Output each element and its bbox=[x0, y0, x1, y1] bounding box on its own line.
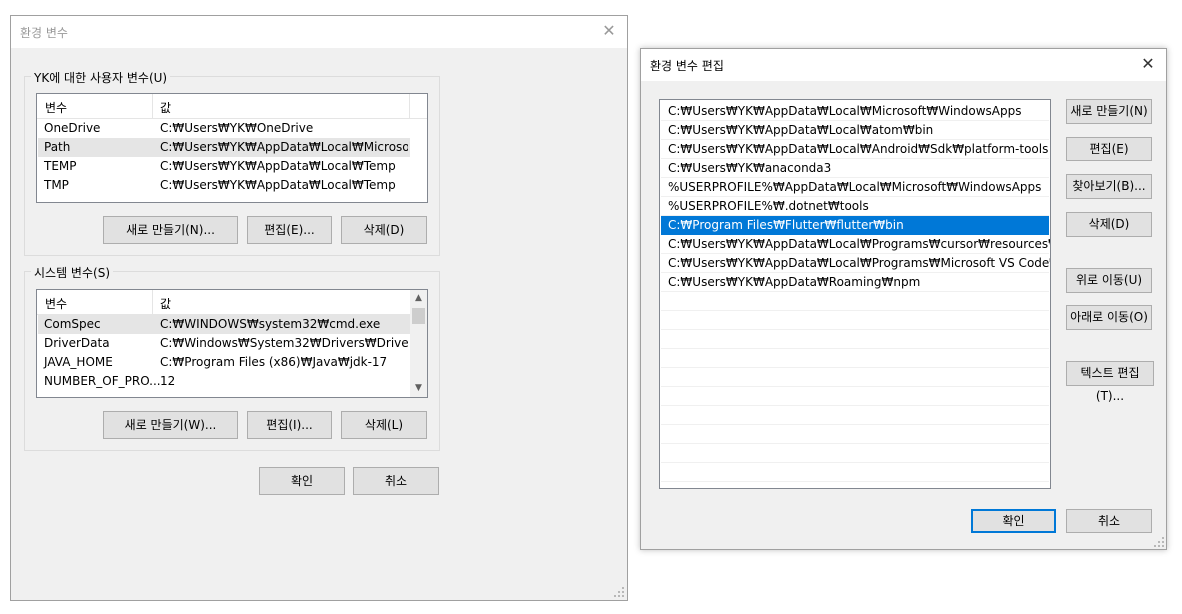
table-row[interactable]: ComSpec C:₩WINDOWS₩system32₩cmd.exe bbox=[38, 315, 410, 334]
variable-value: C:₩Users₩YK₩AppData₩Local₩Temp bbox=[160, 178, 396, 192]
edit-cancel-button[interactable]: 취소 bbox=[1066, 509, 1152, 533]
env-dialog-titlebar: 환경 변수 ✕ bbox=[11, 16, 627, 48]
path-entry[interactable]: C:₩Users₩YK₩AppData₩Roaming₩npm bbox=[661, 273, 1049, 292]
cancel-button[interactable]: 취소 bbox=[353, 467, 439, 495]
scroll-up-icon[interactable]: ▲ bbox=[410, 290, 427, 307]
column-header-value[interactable]: 값 bbox=[160, 99, 171, 116]
path-entry[interactable]: C:₩Users₩YK₩AppData₩Local₩atom₩bin bbox=[661, 121, 1049, 140]
column-divider[interactable] bbox=[409, 94, 410, 118]
path-entry[interactable]: C:₩Users₩YK₩AppData₩Local₩Android₩Sdk₩pl… bbox=[661, 140, 1049, 159]
path-list[interactable]: C:₩Users₩YK₩AppData₩Local₩Microsoft₩Wind… bbox=[659, 99, 1051, 489]
user-edit-button[interactable]: 편집(E)... bbox=[247, 216, 332, 244]
table-row[interactable]: TMP C:₩Users₩YK₩AppData₩Local₩Temp bbox=[38, 176, 410, 195]
user-list-header: 변수 값 bbox=[37, 94, 427, 119]
table-row[interactable]: JAVA_HOME C:₩Program Files (x86)₩Java₩jd… bbox=[38, 353, 410, 372]
empty-row[interactable] bbox=[661, 292, 1049, 311]
user-new-button[interactable]: 새로 만들기(N)... bbox=[103, 216, 238, 244]
path-entry[interactable]: C:₩Users₩YK₩AppData₩Local₩Programs₩curso… bbox=[661, 235, 1050, 254]
variable-name: OneDrive bbox=[44, 121, 101, 135]
path-entry-selected[interactable]: C:₩Program Files₩Flutter₩flutter₩bin bbox=[661, 216, 1049, 235]
table-row[interactable]: DriverData C:₩Windows₩System32₩Drivers₩D… bbox=[38, 334, 410, 353]
close-icon[interactable]: ✕ bbox=[597, 20, 621, 42]
resize-grip-icon[interactable] bbox=[1154, 537, 1164, 547]
resize-grip-icon[interactable] bbox=[614, 587, 624, 597]
vertical-scrollbar[interactable]: ▲ ▼ bbox=[410, 290, 427, 397]
table-row[interactable]: OneDrive C:₩Users₩YK₩OneDrive bbox=[38, 119, 410, 138]
empty-row[interactable] bbox=[661, 330, 1049, 349]
edit-text-button[interactable]: 텍스트 편집(T)... bbox=[1066, 361, 1154, 403]
system-variables-list[interactable]: 변수 값 ComSpec C:₩WINDOWS₩system32₩cmd.exe… bbox=[36, 289, 428, 398]
variable-name: TMP bbox=[44, 178, 69, 192]
variable-name: ComSpec bbox=[44, 317, 101, 331]
column-header-variable[interactable]: 변수 bbox=[45, 99, 67, 116]
column-header-value[interactable]: 값 bbox=[160, 295, 171, 312]
variable-value: C:₩Windows₩System32₩Drivers₩DriverData bbox=[160, 336, 408, 350]
column-divider[interactable] bbox=[152, 290, 153, 314]
empty-row[interactable] bbox=[661, 444, 1049, 463]
variable-name: TEMP bbox=[44, 159, 77, 173]
user-delete-button[interactable]: 삭제(D) bbox=[341, 216, 427, 244]
system-delete-button[interactable]: 삭제(L) bbox=[341, 411, 427, 439]
variable-value: C:₩Users₩YK₩AppData₩Local₩Temp bbox=[160, 159, 396, 173]
path-entry[interactable]: C:₩Users₩YK₩anaconda3 bbox=[661, 159, 1049, 178]
delete-path-button[interactable]: 삭제(D) bbox=[1066, 212, 1152, 237]
close-icon[interactable]: ✕ bbox=[1136, 53, 1160, 75]
system-variables-legend: 시스템 변수(S) bbox=[31, 264, 113, 281]
empty-row[interactable] bbox=[661, 463, 1049, 482]
new-path-button[interactable]: 새로 만들기(N) bbox=[1066, 99, 1152, 124]
browse-button[interactable]: 찾아보기(B)... bbox=[1066, 174, 1152, 199]
variable-value: C:₩Users₩YK₩OneDrive bbox=[160, 121, 314, 135]
edit-dialog-titlebar: 환경 변수 편집 ✕ bbox=[641, 49, 1166, 81]
system-new-button[interactable]: 새로 만들기(W)... bbox=[103, 411, 238, 439]
empty-row[interactable] bbox=[661, 368, 1049, 387]
variable-name: JAVA_HOME bbox=[44, 355, 113, 369]
edit-dialog-title: 환경 변수 편집 bbox=[650, 59, 724, 73]
edit-ok-button[interactable]: 확인 bbox=[971, 509, 1056, 533]
column-header-variable[interactable]: 변수 bbox=[45, 295, 67, 312]
variable-value: C:₩Users₩YK₩AppData₩Local₩Microsoft₩... bbox=[160, 140, 408, 154]
scroll-down-icon[interactable]: ▼ bbox=[410, 380, 427, 397]
empty-row[interactable] bbox=[661, 349, 1049, 368]
empty-row[interactable] bbox=[661, 387, 1049, 406]
user-variables-legend: YK에 대한 사용자 변수(U) bbox=[31, 69, 171, 86]
variable-name: Path bbox=[44, 140, 71, 154]
variable-value: 12 bbox=[160, 374, 176, 388]
env-dialog-title: 환경 변수 bbox=[20, 26, 68, 40]
path-entry[interactable]: C:₩Users₩YK₩AppData₩Local₩Microsoft₩Wind… bbox=[661, 102, 1049, 121]
variable-name: DriverData bbox=[44, 336, 110, 350]
system-list-header: 변수 값 bbox=[37, 290, 410, 315]
variable-name: NUMBER_OF_PRO... bbox=[44, 374, 161, 388]
table-row[interactable]: TEMP C:₩Users₩YK₩AppData₩Local₩Temp bbox=[38, 157, 410, 176]
path-entry[interactable]: %USERPROFILE%₩.dotnet₩tools bbox=[661, 197, 1049, 216]
user-variables-list[interactable]: 변수 값 OneDrive C:₩Users₩YK₩OneDrive Path … bbox=[36, 93, 428, 203]
variable-value: C:₩Program Files (x86)₩Java₩jdk-17 bbox=[160, 355, 388, 369]
scrollbar-thumb[interactable] bbox=[412, 308, 425, 324]
move-up-button[interactable]: 위로 이동(U) bbox=[1066, 268, 1152, 293]
table-row[interactable]: Path C:₩Users₩YK₩AppData₩Local₩Microsoft… bbox=[38, 138, 410, 157]
path-entry[interactable]: %USERPROFILE%₩AppData₩Local₩Microsoft₩Wi… bbox=[661, 178, 1049, 197]
table-row[interactable]: NUMBER_OF_PRO... 12 bbox=[38, 372, 410, 391]
empty-row[interactable] bbox=[661, 406, 1049, 425]
ok-button[interactable]: 확인 bbox=[259, 467, 345, 495]
variable-value: C:₩WINDOWS₩system32₩cmd.exe bbox=[160, 317, 381, 331]
system-edit-button[interactable]: 편집(I)... bbox=[247, 411, 332, 439]
path-entry[interactable]: C:₩Users₩YK₩AppData₩Local₩Programs₩Micro… bbox=[661, 254, 1050, 273]
edit-path-button[interactable]: 편집(E) bbox=[1066, 137, 1152, 161]
column-divider[interactable] bbox=[152, 94, 153, 118]
empty-row[interactable] bbox=[661, 425, 1049, 444]
empty-row[interactable] bbox=[661, 311, 1049, 330]
move-down-button[interactable]: 아래로 이동(O) bbox=[1066, 305, 1152, 330]
